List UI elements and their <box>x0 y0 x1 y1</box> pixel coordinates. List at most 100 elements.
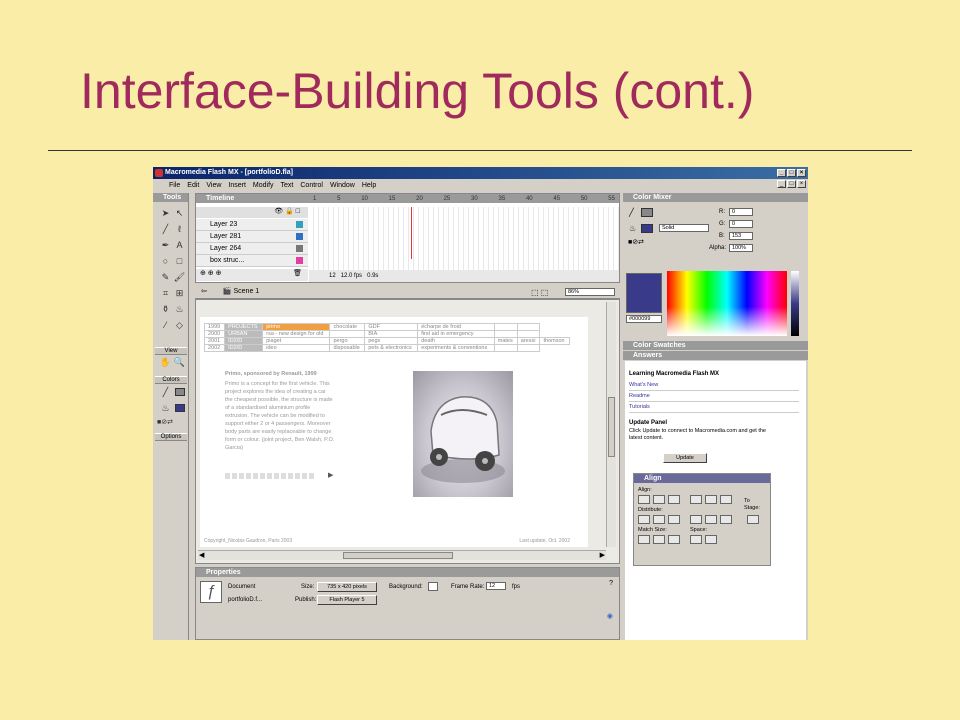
next-arrow-icon[interactable]: ▶ <box>328 471 333 479</box>
menu-window[interactable]: Window <box>330 182 355 189</box>
hex-input[interactable]: #000099 <box>626 315 662 323</box>
minimize-icon[interactable]: _ <box>777 169 786 177</box>
layer-visibility-icons[interactable]: 👁 🔒 □ <box>196 207 308 218</box>
whats-new-link[interactable]: What's New <box>629 381 799 391</box>
zoom-select[interactable]: 86% <box>565 288 615 296</box>
space-horizontal-icon[interactable] <box>705 535 717 544</box>
distribute-hcenter-icon[interactable] <box>705 515 717 524</box>
align-bottom-icon[interactable] <box>720 495 732 504</box>
ink-bottle-tool-icon[interactable]: ⚱ <box>159 303 172 315</box>
menu-view[interactable]: View <box>206 182 221 189</box>
rectangle-tool-icon[interactable]: □ <box>173 255 186 267</box>
match-height-icon[interactable] <box>653 535 665 544</box>
menu-modify[interactable]: Modify <box>253 182 274 189</box>
close-icon[interactable]: × <box>797 169 806 177</box>
publish-button[interactable]: Flash Player 5 <box>317 595 377 605</box>
align-right-icon[interactable] <box>668 495 680 504</box>
menu-edit[interactable]: Edit <box>187 182 199 189</box>
mixer-swap-icons[interactable]: ■⊘⇄ <box>628 238 644 246</box>
menu-insert[interactable]: Insert <box>228 182 246 189</box>
match-both-icon[interactable] <box>668 535 680 544</box>
align-vcenter-icon[interactable] <box>705 495 717 504</box>
vertical-scrollbar[interactable] <box>606 302 616 547</box>
tutorials-link[interactable]: Tutorials <box>629 403 799 413</box>
fill-type-select[interactable]: Solid <box>659 224 709 232</box>
mixer-fill-swatch[interactable] <box>641 224 653 233</box>
distribute-left-icon[interactable] <box>690 515 702 524</box>
pen-tool-icon[interactable]: ✒ <box>159 239 172 251</box>
horizontal-scroll-thumb[interactable] <box>343 552 453 559</box>
doc-close-icon[interactable]: × <box>797 180 806 188</box>
frame-ruler[interactable]: 1 5 10 15 20 25 30 35 40 45 50 55 <box>309 196 619 206</box>
distribute-right-icon[interactable] <box>720 515 732 524</box>
thumbnail-strip[interactable] <box>225 473 315 479</box>
stroke-color-icon[interactable]: ╱ <box>159 386 172 398</box>
b-input[interactable]: 153 <box>729 232 753 240</box>
eyedropper-tool-icon[interactable]: ⁄ <box>159 319 172 331</box>
doc-restore-icon[interactable]: □ <box>787 180 796 188</box>
background-color-swatch[interactable] <box>428 582 438 591</box>
scene-label[interactable]: Scene 1 <box>234 288 260 295</box>
update-button[interactable]: Update <box>663 453 707 463</box>
fill-color-swatch[interactable] <box>175 404 185 412</box>
trash-icon[interactable]: 🗑 <box>293 269 308 277</box>
text-tool-icon[interactable]: A <box>173 239 186 251</box>
accessibility-icon[interactable]: ◉ <box>607 612 613 620</box>
properties-header[interactable]: Properties <box>196 568 619 577</box>
lasso-tool-icon[interactable]: ℓ <box>173 223 186 235</box>
stage-canvas[interactable]: 1999 PROJECTS primo chocolate GDF écharp… <box>200 317 588 547</box>
help-icon[interactable]: ? <box>609 580 613 587</box>
distribute-bottom-icon[interactable] <box>668 515 680 524</box>
layer-row[interactable]: Layer 281 <box>196 231 308 243</box>
playhead[interactable] <box>411 207 412 259</box>
paint-bucket-tool-icon[interactable]: ♨ <box>173 303 186 315</box>
framerate-input[interactable]: 12 <box>486 582 506 590</box>
arrow-tool-icon[interactable]: ➤ <box>159 207 172 219</box>
layer-row[interactable]: Layer 23 <box>196 219 308 231</box>
pencil-tool-icon[interactable]: ✎ <box>159 271 172 283</box>
swap-colors-icon[interactable]: ■⊘⇄ <box>157 417 173 429</box>
to-stage-button[interactable] <box>747 515 759 524</box>
fill-transform-tool-icon[interactable]: ⊞ <box>173 287 186 299</box>
maximize-icon[interactable]: □ <box>787 169 796 177</box>
oval-tool-icon[interactable]: ○ <box>159 255 172 267</box>
layer-row[interactable]: Layer 264 <box>196 243 308 255</box>
fill-color-icon[interactable]: ♨ <box>159 402 172 414</box>
align-top-icon[interactable] <box>690 495 702 504</box>
distribute-top-icon[interactable] <box>638 515 650 524</box>
scroll-right-icon[interactable]: ▶ <box>600 551 605 559</box>
layer-buttons[interactable]: ⊕ ⊕ ⊕ 🗑 <box>196 269 308 281</box>
line-tool-icon[interactable]: ╱ <box>159 223 172 235</box>
eraser-tool-icon[interactable]: ◇ <box>173 319 186 331</box>
zoom-tool-icon[interactable]: 🔍 <box>173 356 186 368</box>
layer-row[interactable]: box struc... <box>196 255 308 267</box>
doc-minimize-icon[interactable]: _ <box>777 180 786 188</box>
menu-text[interactable]: Text <box>281 182 294 189</box>
menu-file[interactable]: File <box>169 182 180 189</box>
edit-symbols-icon[interactable]: ⬚ ⬚ <box>531 286 548 300</box>
mixer-stroke-swatch[interactable] <box>641 208 653 217</box>
transform-tool-icon[interactable]: ⌗ <box>159 287 172 299</box>
answers-header[interactable]: Answers <box>623 351 808 360</box>
color-swatches-header[interactable]: Color Swatches <box>623 341 808 350</box>
scroll-left-icon[interactable]: ◀ <box>199 551 204 559</box>
g-input[interactable]: 0 <box>729 220 753 228</box>
horizontal-scrollbar[interactable]: ◀ ▶ <box>198 550 606 560</box>
stroke-color-swatch[interactable] <box>175 388 185 396</box>
mixer-fill-icon[interactable]: ♨ <box>629 224 636 233</box>
menu-help[interactable]: Help <box>362 182 376 189</box>
size-button[interactable]: 735 x 420 pixels <box>317 582 377 592</box>
align-hcenter-icon[interactable] <box>653 495 665 504</box>
frame-grid[interactable] <box>309 207 619 271</box>
readme-link[interactable]: Readme <box>629 392 799 402</box>
space-vertical-icon[interactable] <box>690 535 702 544</box>
menu-control[interactable]: Control <box>300 182 323 189</box>
brush-tool-icon[interactable]: 🖌 <box>173 271 186 283</box>
mixer-stroke-icon[interactable]: ╱ <box>629 208 634 217</box>
color-mixer-header[interactable]: Color Mixer <box>623 193 808 202</box>
distribute-vcenter-icon[interactable] <box>653 515 665 524</box>
match-width-icon[interactable] <box>638 535 650 544</box>
align-left-icon[interactable] <box>638 495 650 504</box>
back-arrow-icon[interactable]: ⇦ <box>195 288 207 295</box>
brightness-slider[interactable] <box>791 271 799 336</box>
